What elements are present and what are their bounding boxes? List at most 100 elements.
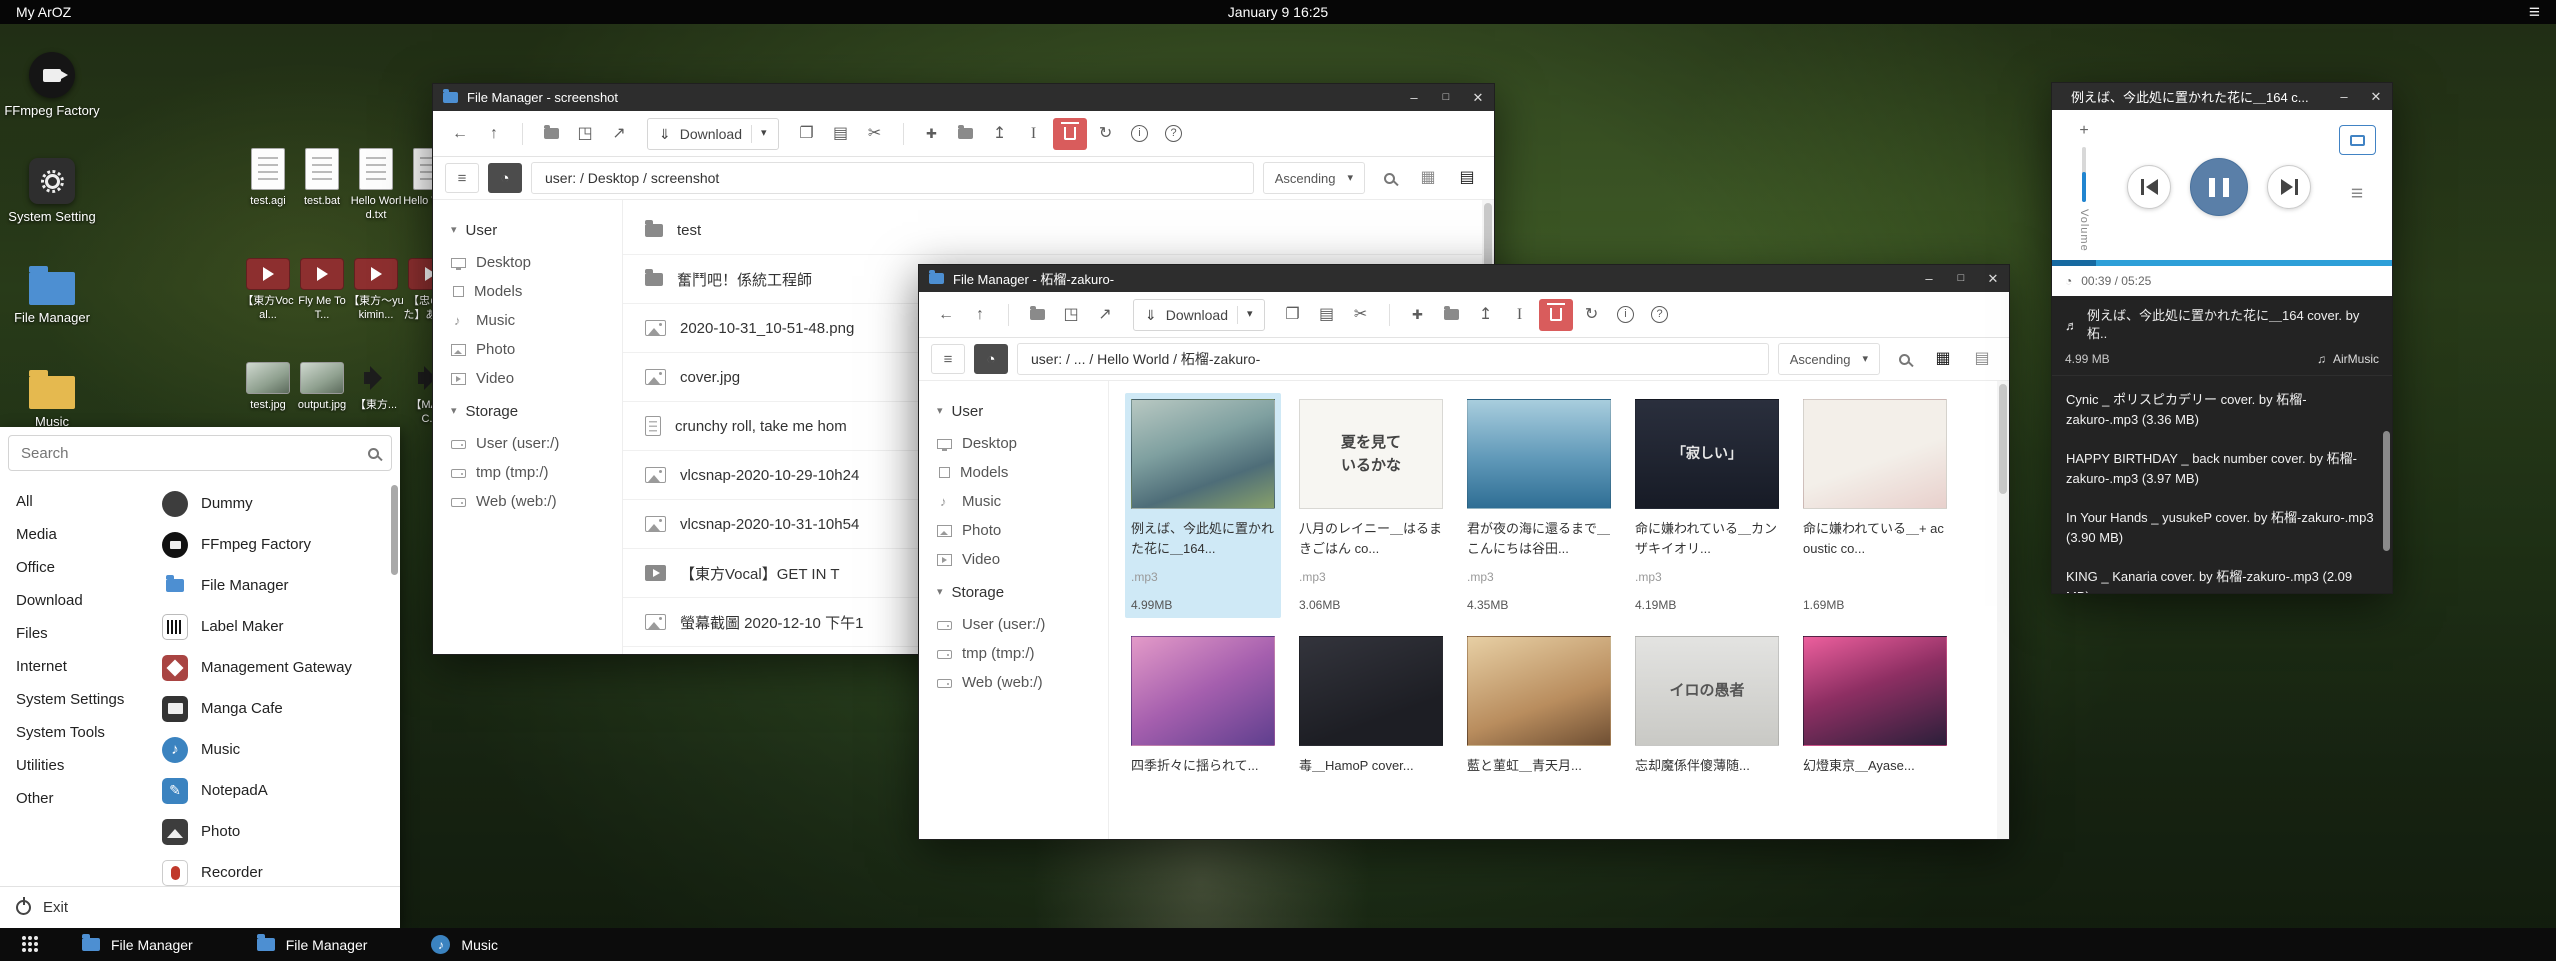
cast-button[interactable] xyxy=(2339,125,2376,155)
category-system-settings[interactable]: System Settings xyxy=(0,683,150,716)
taskbar-item-file-manager-1[interactable]: File Manager xyxy=(82,937,193,953)
minimize-button[interactable] xyxy=(1913,265,1945,292)
new-file-button[interactable] xyxy=(1403,299,1433,331)
seek-bar[interactable] xyxy=(2052,260,2392,266)
menu-item-management-gateway[interactable]: Management Gateway xyxy=(150,647,400,688)
sidebar-item-models[interactable]: Models xyxy=(451,277,622,306)
list-view-button[interactable] xyxy=(1452,163,1482,193)
desktop-icon-file-manager[interactable]: File Manager xyxy=(4,264,100,326)
desktop-file[interactable]: Hello World.txt xyxy=(348,148,404,223)
rename-button[interactable] xyxy=(1505,299,1535,331)
menu-item-label-maker[interactable]: Label Maker xyxy=(150,606,400,647)
desktop-file[interactable]: test.agi xyxy=(240,148,296,209)
desktop-icon-ffmpeg-factory[interactable]: FFmpeg Factory xyxy=(4,52,100,119)
playlist-menu-icon[interactable] xyxy=(2351,183,2363,204)
menu-item-notepada[interactable]: NotepadA xyxy=(150,770,400,811)
category-files[interactable]: Files xyxy=(0,617,150,650)
file-row[interactable]: test xyxy=(623,206,1494,255)
file-tile-selected[interactable]: 例えば、今此処に置かれた花に＿164... .mp3 4.99MB xyxy=(1125,393,1281,618)
scrollbar-thumb[interactable] xyxy=(391,485,398,575)
taskbar-item-music[interactable]: Music xyxy=(431,935,498,954)
search-button[interactable] xyxy=(1374,163,1404,193)
upload-button[interactable] xyxy=(985,118,1015,150)
next-button[interactable] xyxy=(2267,165,2311,209)
titlebar[interactable]: 例えば、今此処に置かれた花に＿164 c... xyxy=(2052,83,2392,110)
previous-button[interactable] xyxy=(2127,165,2171,209)
playlist-item[interactable]: Cynic _ ポリスピカデリー cover. by 柘榴-zakuro-.mp… xyxy=(2052,380,2392,439)
breadcrumb[interactable]: user: / ... / Hello World / 柘榴-zakuro- xyxy=(1017,343,1769,375)
desktop-file[interactable]: 【東方～yu kimin... xyxy=(348,252,404,323)
list-view-button[interactable] xyxy=(1967,344,1997,374)
sort-dropdown[interactable]: Ascending xyxy=(1778,343,1880,375)
minimize-button[interactable] xyxy=(2328,83,2360,110)
file-tile[interactable]: 毒＿HamoP cover... xyxy=(1293,630,1449,822)
exit-button[interactable]: Exit xyxy=(0,886,400,928)
minimize-button[interactable] xyxy=(1398,84,1430,111)
scrollbar-thumb[interactable] xyxy=(2383,431,2390,551)
file-tile[interactable]: 藍と菫虹＿青天月... xyxy=(1461,630,1617,822)
scrollbar[interactable] xyxy=(1997,381,2009,839)
menu-item-manga-cafe[interactable]: Manga Cafe xyxy=(150,688,400,729)
sidebar-section-storage[interactable]: Storage xyxy=(937,584,1108,601)
search-input[interactable] xyxy=(21,445,368,462)
sidebar-item-music[interactable]: Music xyxy=(451,306,622,335)
sidebar-item-desktop[interactable]: Desktop xyxy=(451,248,622,277)
new-folder-button[interactable] xyxy=(1437,299,1467,331)
paste-button[interactable] xyxy=(826,118,856,150)
taskbar-item-file-manager-2[interactable]: File Manager xyxy=(257,937,368,953)
desktop-icon-music[interactable]: Music xyxy=(4,368,100,430)
desktop-file[interactable]: test.jpg xyxy=(240,356,296,413)
delete-button[interactable] xyxy=(1053,118,1087,150)
close-button[interactable] xyxy=(1462,84,1494,111)
recent-toggle-button[interactable] xyxy=(488,163,522,193)
menu-item-ffmpeg-factory[interactable]: FFmpeg Factory xyxy=(150,524,400,565)
maximize-button[interactable] xyxy=(1945,265,1977,292)
category-utilities[interactable]: Utilities xyxy=(0,749,150,782)
volume-up-button[interactable]: + xyxy=(2079,122,2088,140)
titlebar[interactable]: File Manager - screenshot xyxy=(433,84,1494,111)
properties-button[interactable] xyxy=(1611,299,1641,331)
brand-menu[interactable]: My ArOZ xyxy=(16,4,71,20)
sidebar-item-user-drive[interactable]: User (user:/) xyxy=(451,429,622,458)
category-other[interactable]: Other xyxy=(0,782,150,815)
sidebar-item-web-drive[interactable]: Web (web:/) xyxy=(451,487,622,516)
desktop-icon-system-setting[interactable]: System Setting xyxy=(4,158,100,225)
open-button[interactable] xyxy=(536,118,566,150)
desktop-file[interactable]: 【東方Vocal... xyxy=(240,252,296,323)
new-file-button[interactable] xyxy=(917,118,947,150)
new-folder-button[interactable] xyxy=(951,118,981,150)
download-button[interactable]: Download xyxy=(1133,299,1265,331)
sort-dropdown[interactable]: Ascending xyxy=(1263,162,1365,194)
volume-slider[interactable] xyxy=(2082,147,2086,202)
paste-button[interactable] xyxy=(1312,299,1342,331)
search-box[interactable] xyxy=(8,435,392,471)
sidebar-item-photo[interactable]: Photo xyxy=(451,335,622,364)
playlist-item[interactable]: HAPPY BIRTHDAY _ back number cover. by 柘… xyxy=(2052,439,2392,498)
refresh-button[interactable] xyxy=(1577,299,1607,331)
up-button[interactable] xyxy=(479,118,509,150)
up-button[interactable] xyxy=(965,299,995,331)
file-tile[interactable]: 四季折々に揺られて... xyxy=(1125,630,1281,822)
help-button[interactable] xyxy=(1645,299,1675,331)
file-tile[interactable]: 幻燈東京＿Ayase... xyxy=(1797,630,1953,822)
maximize-button[interactable] xyxy=(1430,84,1462,111)
titlebar[interactable]: File Manager - 柘榴-zakuro- xyxy=(919,265,2009,292)
sidebar-section-storage[interactable]: Storage xyxy=(451,403,622,420)
delete-button[interactable] xyxy=(1539,299,1573,331)
open-new-window-button[interactable] xyxy=(570,118,600,150)
download-button[interactable]: Download xyxy=(647,118,779,150)
upload-button[interactable] xyxy=(1471,299,1501,331)
properties-button[interactable] xyxy=(1125,118,1155,150)
playlist-item[interactable]: In Your Hands _ yusukeP cover. by 柘榴-zak… xyxy=(2052,498,2392,557)
copy-button[interactable] xyxy=(1278,299,1308,331)
sidebar-item-music[interactable]: Music xyxy=(937,487,1108,516)
sidebar-item-tmp-drive[interactable]: tmp (tmp:/) xyxy=(451,458,622,487)
share-button[interactable] xyxy=(1090,299,1120,331)
menu-item-music[interactable]: Music xyxy=(150,729,400,770)
category-system-tools[interactable]: System Tools xyxy=(0,716,150,749)
file-tile[interactable]: 君が夜の海に還るまで＿こんにちは谷田... .mp3 4.35MB xyxy=(1461,393,1617,618)
sidebar-item-web-drive[interactable]: Web (web:/) xyxy=(937,668,1108,697)
file-tile[interactable]: 夏を見て いるかな 八月のレイニー＿はるまきごはん co... .mp3 3.0… xyxy=(1293,393,1449,618)
category-internet[interactable]: Internet xyxy=(0,650,150,683)
menu-toggle-button[interactable] xyxy=(445,163,479,193)
